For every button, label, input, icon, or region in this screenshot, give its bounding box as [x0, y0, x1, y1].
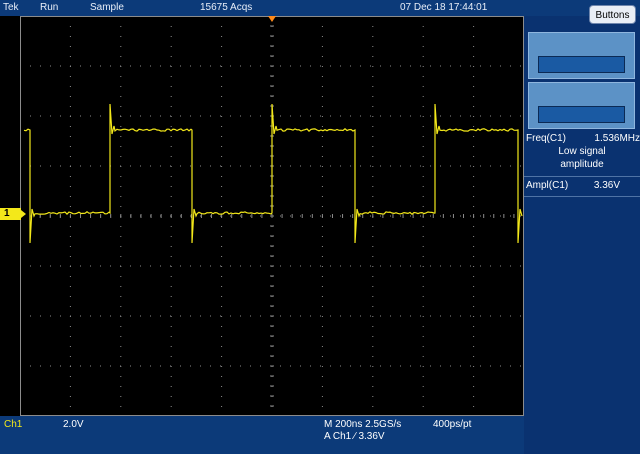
- status-bar: Tek Run Sample 15675 Acqs 07 Dec 18 17:4…: [0, 0, 640, 16]
- trigger-readout[interactable]: A Ch1 ∕ 3.36V: [324, 431, 385, 442]
- measurement-divider-2: [524, 196, 640, 197]
- volts-per-div[interactable]: 2.0V: [63, 419, 84, 430]
- measurement-freq-value: 1.536MHz: [594, 133, 640, 144]
- channel-label[interactable]: Ch1: [4, 419, 22, 430]
- measurement-freq-note-2: amplitude: [524, 159, 640, 172]
- brand-label: Tek: [3, 2, 19, 13]
- measurement-ampl-label: Ampl(C1): [526, 180, 568, 191]
- acquisition-count: 15675 Acqs: [200, 2, 252, 13]
- date-time: 07 Dec 18 17:44:01: [400, 2, 487, 13]
- measurement-ampl-value: 3.36V: [594, 180, 620, 191]
- run-state: Run: [40, 2, 58, 13]
- measurement-slot-2-well: [538, 106, 625, 123]
- measurement-slot-1-well: [538, 56, 625, 73]
- timebase-readout[interactable]: M 200ns 2.5GS/s: [324, 419, 401, 430]
- measurement-ampl: Ampl(C1) 3.36V: [524, 180, 640, 193]
- measurement-slot-1[interactable]: [528, 32, 635, 79]
- acquisition-mode: Sample: [90, 2, 124, 13]
- measurement-freq-label: Freq(C1): [526, 133, 566, 144]
- buttons-button[interactable]: Buttons: [589, 5, 636, 24]
- measurement-divider: [524, 176, 640, 177]
- measurement-slot-2[interactable]: [528, 82, 635, 129]
- trigger-position-icon[interactable]: [268, 16, 276, 22]
- channel-ground-marker-icon[interactable]: 1: [0, 208, 21, 220]
- measurement-freq: Freq(C1) 1.536MHz Low signal amplitude: [524, 133, 640, 172]
- waveform-display[interactable]: [20, 16, 524, 416]
- record-resolution: 400ps/pt: [433, 419, 471, 430]
- channel-marker-label: 1: [4, 208, 10, 219]
- settings-bar: Ch1 2.0V M 200ns 2.5GS/s 400ps/pt A Ch1 …: [0, 416, 524, 454]
- measurement-freq-note-1: Low signal: [524, 146, 640, 159]
